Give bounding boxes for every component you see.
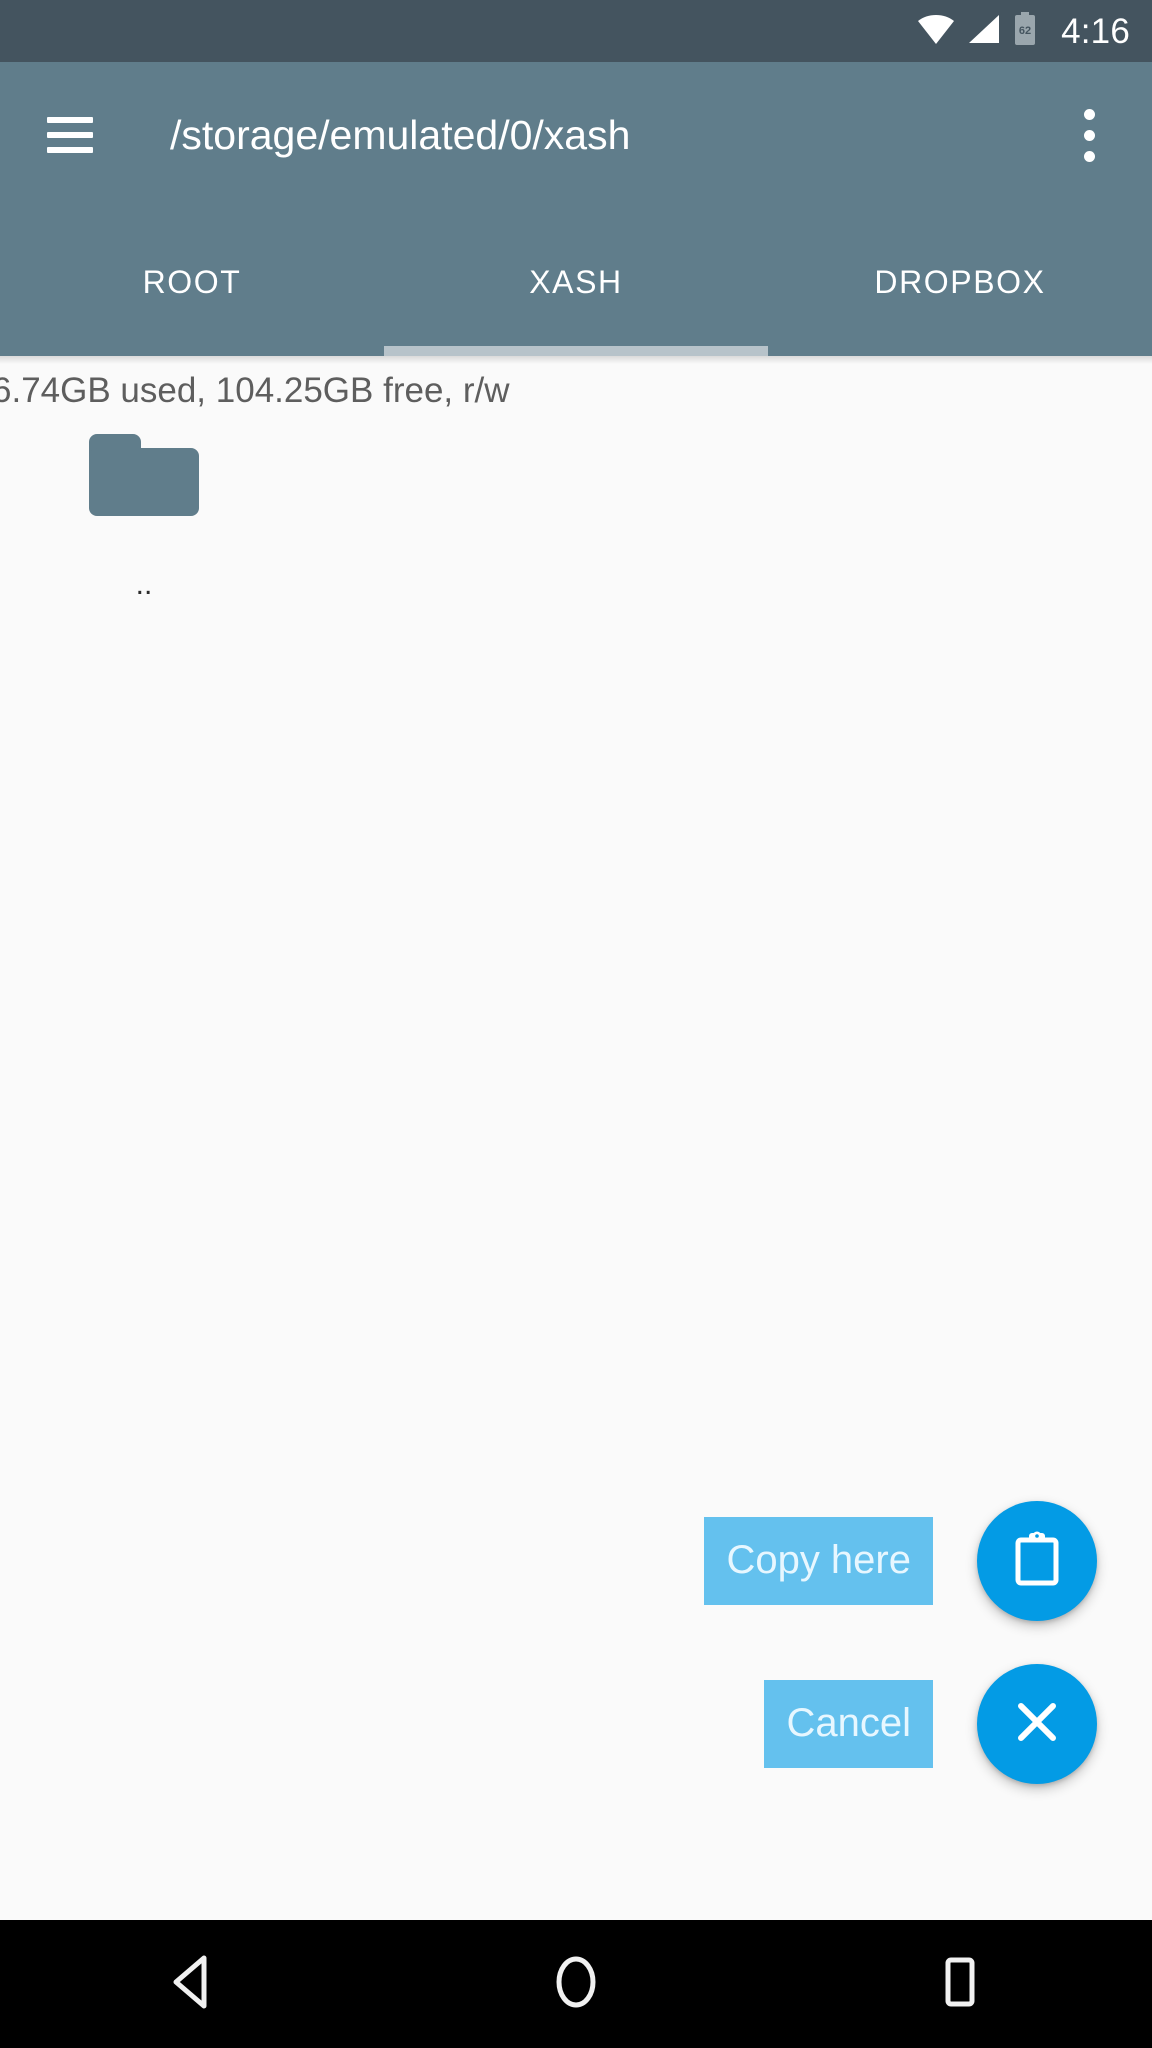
tab-selected-indicator	[384, 346, 768, 356]
overflow-menu-icon[interactable]	[1046, 87, 1132, 183]
wifi-icon	[917, 14, 955, 49]
page-title: /storage/emulated/0/xash	[170, 111, 631, 158]
file-browser-content: 6.74GB used, 104.25GB free, r/w .. Copy …	[0, 356, 1152, 1920]
file-name-label: ..	[135, 568, 153, 601]
copy-here-action: Copy here	[704, 1501, 1097, 1621]
clipboard-icon	[1012, 1531, 1062, 1592]
file-grid: ..	[0, 420, 1152, 600]
status-icons: 62 4:16	[917, 11, 1130, 51]
cancel-action: Cancel	[764, 1664, 1097, 1784]
list-item[interactable]: ..	[0, 420, 288, 600]
android-screen: 62 4:16 /storage/emulated/0/xash ROOT XA…	[0, 0, 1152, 2048]
nav-home-button[interactable]	[384, 1920, 768, 2048]
hamburger-line	[47, 132, 93, 138]
close-x-icon	[1011, 1696, 1063, 1753]
back-triangle-icon	[164, 1952, 220, 2017]
overflow-dot	[1083, 108, 1095, 120]
storage-info-text: 6.74GB used, 104.25GB free, r/w	[0, 371, 510, 410]
nav-back-button[interactable]	[0, 1920, 384, 2048]
cancel-button[interactable]	[977, 1664, 1097, 1784]
folder-icon	[89, 434, 199, 516]
tab-label: DROPBOX	[874, 264, 1046, 300]
tab-dropbox[interactable]: DROPBOX	[768, 208, 1152, 356]
nav-recents-button[interactable]	[768, 1920, 1152, 2048]
recents-square-icon	[932, 1952, 988, 2017]
tab-label: ROOT	[142, 264, 242, 300]
copy-here-button[interactable]	[977, 1501, 1097, 1621]
tab-xash[interactable]: XASH	[384, 208, 768, 356]
content-top-shadow	[0, 356, 1152, 364]
status-bar: 62 4:16	[0, 0, 1152, 62]
android-nav-bar	[0, 1920, 1152, 2048]
cancel-label: Cancel	[764, 1680, 933, 1768]
status-bar-clock: 4:16	[1061, 11, 1130, 51]
folder-body	[89, 448, 199, 516]
copy-here-label: Copy here	[704, 1517, 933, 1605]
signal-icon	[967, 14, 1001, 49]
battery-icon: 62	[1013, 11, 1037, 51]
tab-root[interactable]: ROOT	[0, 208, 384, 356]
home-circle-icon	[548, 1952, 604, 2017]
hamburger-menu-icon[interactable]	[22, 87, 118, 183]
tab-label: XASH	[529, 264, 623, 300]
overflow-dot	[1083, 129, 1095, 141]
overflow-dot	[1083, 150, 1095, 162]
svg-text:62: 62	[1019, 25, 1031, 37]
hamburger-line	[47, 147, 93, 153]
tab-bar: ROOT XASH DROPBOX	[0, 208, 1152, 356]
hamburger-line	[47, 117, 93, 123]
app-bar: /storage/emulated/0/xash	[0, 62, 1152, 208]
